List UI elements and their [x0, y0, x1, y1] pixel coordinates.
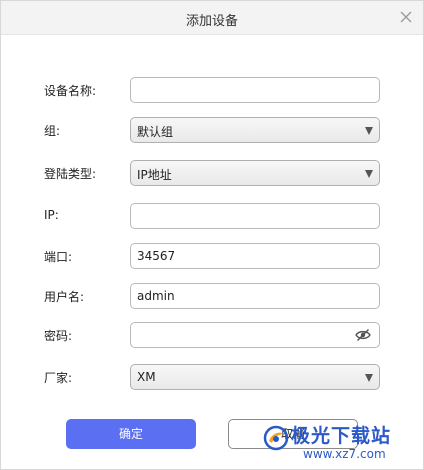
title-bar: 添加设备 [1, 1, 423, 35]
port-input[interactable]: 34567 [130, 243, 380, 269]
device-name-input[interactable] [130, 77, 380, 103]
dialog-title: 添加设备 [185, 14, 238, 29]
username-value: admin [137, 289, 175, 303]
device-name-label: 设备名称: [44, 84, 97, 98]
username-label: 用户名: [44, 290, 85, 304]
eye-slash-icon[interactable] [355, 328, 371, 342]
ip-input[interactable] [130, 203, 380, 229]
device-name-row: 设备名称: [1, 77, 423, 103]
group-select[interactable]: 默认组 [130, 117, 380, 143]
dropdown-arrow-icon [365, 374, 373, 382]
ip-label: IP: [44, 208, 59, 222]
login-type-label: 登陆类型: [44, 167, 97, 181]
close-icon [400, 11, 412, 23]
watermark: 极光下载站 www.xz7.com [263, 421, 423, 465]
vendor-row: 厂家: XM [1, 364, 423, 390]
vendor-label: 厂家: [44, 371, 73, 385]
close-button[interactable] [397, 8, 415, 26]
vendor-value: XM [137, 370, 156, 384]
group-label: 组: [44, 124, 61, 138]
login-type-row: 登陆类型: IP地址 [1, 160, 423, 186]
watermark-url: www.xz7.com [303, 447, 386, 461]
ip-row: IP: [1, 203, 423, 229]
login-type-value: IP地址 [137, 168, 172, 182]
login-type-select[interactable]: IP地址 [130, 160, 380, 186]
password-label: 密码: [44, 329, 73, 343]
watermark-text: 极光下载站 [291, 425, 392, 447]
password-row: 密码: [1, 322, 423, 348]
dropdown-arrow-icon [365, 127, 373, 135]
vendor-select[interactable]: XM [130, 364, 380, 390]
dropdown-arrow-icon [365, 170, 373, 178]
group-row: 组: 默认组 [1, 117, 423, 143]
username-input[interactable]: admin [130, 283, 380, 309]
aurora-logo-icon [263, 425, 289, 451]
username-row: 用户名: admin [1, 283, 423, 309]
group-value: 默认组 [137, 125, 174, 139]
add-device-dialog: 添加设备 设备名称: 组: 默认组 登陆类型: IP地址 IP: 端口: 345… [0, 0, 424, 470]
port-row: 端口: 34567 [1, 243, 423, 269]
password-input[interactable] [130, 322, 380, 348]
ok-button[interactable]: 确定 [66, 419, 196, 449]
port-value: 34567 [137, 249, 176, 263]
port-label: 端口: [44, 250, 73, 264]
